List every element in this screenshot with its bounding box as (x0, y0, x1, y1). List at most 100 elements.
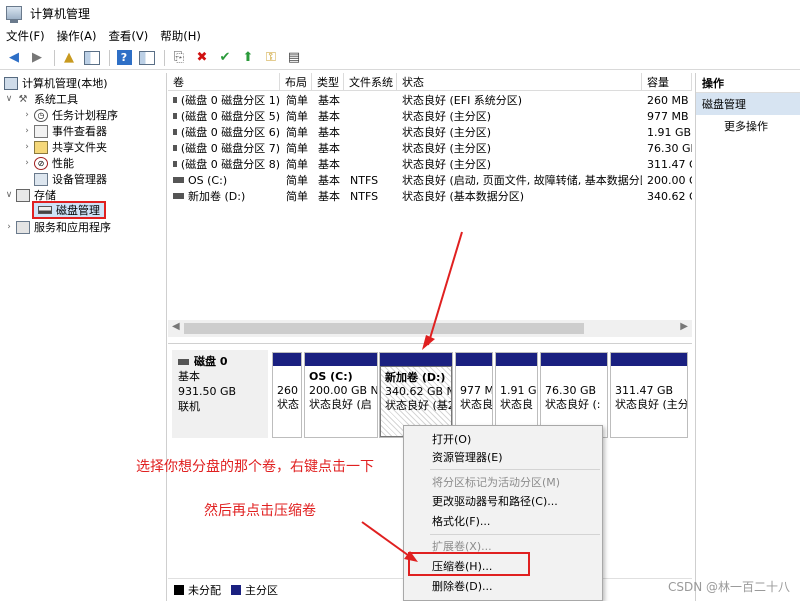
tree-item-performance[interactable]: › ⊘ 性能 (22, 155, 74, 171)
export-icon[interactable]: ⬆ (238, 48, 258, 68)
partition-bar (456, 353, 492, 366)
partition-status: 状态 (277, 398, 299, 411)
legend-primary: 主分区 (245, 583, 278, 597)
scroll-left-icon[interactable]: ◀ (172, 321, 180, 332)
partition-1[interactable]: 260 状态 (272, 352, 302, 438)
help-icon[interactable]: ? (114, 48, 134, 68)
partition-body: 260 状态 (273, 366, 301, 416)
horizontal-scrollbar[interactable]: ◀ ▶ (168, 320, 692, 337)
chevron-right-icon[interactable]: › (22, 158, 32, 168)
table-row[interactable]: (磁盘 0 磁盘分区 7) (173, 140, 280, 156)
volume-icon (173, 129, 177, 135)
back-arrow-icon[interactable]: ◀ (4, 48, 24, 68)
shrink-volume-highlight (408, 552, 530, 576)
partition-size: 977 M (460, 384, 492, 397)
table-row[interactable]: (磁盘 0 磁盘分区 1) (173, 92, 280, 108)
table-row[interactable]: (磁盘 0 磁盘分区 5) (173, 108, 280, 124)
chevron-right-icon[interactable]: › (22, 142, 32, 152)
scrollbar-thumb[interactable] (184, 323, 584, 334)
up-folder-icon[interactable]: ▲ (59, 48, 79, 68)
cell-capacity: 76.30 GE (647, 141, 692, 155)
partition-size: 76.30 GB (545, 384, 597, 397)
cell-status: 状态良好 (主分区) (402, 142, 492, 155)
partition-body: 1.91 G 状态良 (496, 366, 537, 416)
table-row[interactable]: OS (C:) (173, 172, 280, 188)
column-header-filesystem[interactable]: 文件系统 (344, 73, 397, 91)
console-tree-icon[interactable] (82, 48, 102, 68)
cell-type: 基本 (318, 126, 340, 139)
disk-icon (178, 358, 189, 365)
more-actions-item[interactable]: 更多操作 (696, 115, 800, 137)
menu-item-change-drive-letter[interactable]: 更改驱动器号和路径(C)... (432, 492, 558, 510)
tree-item-root[interactable]: 计算机管理(本地) (2, 75, 108, 91)
partition-status: 状态良好 (主分 (615, 398, 687, 411)
table-row[interactable]: (磁盘 0 磁盘分区 8) (173, 156, 280, 172)
chevron-right-icon[interactable]: › (4, 222, 14, 232)
volume-icon (173, 97, 177, 103)
table-row[interactable]: (磁盘 0 磁盘分区 6) (173, 124, 280, 140)
menu-separator (430, 469, 600, 470)
cell-layout: 简单 (286, 142, 308, 155)
forward-arrow-icon[interactable]: ▶ (27, 48, 47, 68)
chevron-down-icon[interactable]: ∨ (4, 190, 14, 200)
menu-view[interactable]: 查看(V) (102, 28, 154, 44)
partition-8[interactable]: 311.47 GB 状态良好 (主分 (610, 352, 688, 438)
chevron-down-icon[interactable]: ∨ (4, 94, 14, 104)
partition-os-c[interactable]: OS (C:) 200.00 GB NTFS 状态良好 (启 (304, 352, 378, 438)
partition-name (545, 370, 603, 384)
volume-icon (173, 177, 184, 183)
volume-icon (173, 161, 177, 167)
computer-icon (4, 76, 18, 90)
connect-icon[interactable]: ⎘ (169, 48, 189, 68)
menu-item-explorer[interactable]: 资源管理器(E) (432, 448, 503, 466)
properties-icon[interactable]: ▤ (284, 48, 304, 68)
menu-item-format[interactable]: 格式化(F)... (432, 512, 490, 530)
panel-icon[interactable] (137, 48, 157, 68)
tree-item-services[interactable]: › 服务和应用程序 (4, 219, 111, 235)
cell-status: 状态良好 (基本数据分区) (402, 190, 525, 203)
partition-body: 311.47 GB 状态良好 (主分 (611, 366, 687, 416)
cell-type: 基本 (318, 110, 340, 123)
tree-item-task-scheduler[interactable]: › ◷ 任务计划程序 (22, 107, 118, 123)
tree-item-device-manager[interactable]: 设备管理器 (32, 171, 107, 187)
tree-item-event-viewer[interactable]: › 事件查看器 (22, 123, 107, 139)
column-header-capacity[interactable]: 容量 (642, 73, 692, 91)
disk-0-label[interactable]: 磁盘 0 基本 931.50 GB 联机 (172, 350, 268, 438)
cell-type: 基本 (318, 94, 340, 107)
toolbar-separator (109, 49, 110, 66)
menu-file[interactable]: 文件(F) (0, 28, 51, 44)
key-icon[interactable]: ⚿ (261, 48, 281, 68)
column-header-volume[interactable]: 卷 (168, 73, 280, 91)
chevron-right-icon[interactable]: › (22, 110, 32, 120)
partition-bar (541, 353, 607, 366)
tree-item-system-tools[interactable]: ∨ ⚒ 系统工具 (4, 91, 78, 107)
column-header-layout[interactable]: 布局 (280, 73, 312, 91)
menu-help[interactable]: 帮助(H) (154, 28, 207, 44)
tree-item-shared-folders[interactable]: › 共享文件夹 (22, 139, 107, 155)
menu-item-delete-volume[interactable]: 删除卷(D)... (432, 577, 493, 595)
menu-item-open[interactable]: 打开(O) (432, 430, 471, 448)
table-row[interactable]: 新加卷 (D:) (173, 188, 280, 204)
partition-name (615, 370, 683, 384)
toolbar-separator (54, 49, 55, 66)
column-header-status[interactable]: 状态 (397, 73, 642, 91)
toolbar: ◀ ▶ ▲ ? ⎘ ✖ ✔ ⬆ ⚿ ▤ (0, 46, 800, 70)
cell-status: 状态良好 (启动, 页面文件, 故障转储, 基本数据分区) (402, 174, 642, 187)
delete-icon[interactable]: ✖ (192, 48, 212, 68)
cell-status: 状态良好 (主分区) (402, 110, 492, 123)
clock-icon: ◷ (34, 108, 48, 122)
check-icon[interactable]: ✔ (215, 48, 235, 68)
annotation-step-1: 选择你想分盘的那个卷，右键点击一下 (136, 459, 374, 475)
column-header-type[interactable]: 类型 (312, 73, 344, 91)
disk-name: 磁盘 0 (194, 355, 228, 368)
menu-action[interactable]: 操作(A) (51, 28, 103, 44)
partition-status: 状态良好 (基2 (385, 399, 452, 412)
tree-item-disk-management[interactable]: 磁盘管理 (32, 201, 106, 219)
chevron-right-icon[interactable]: › (22, 126, 32, 136)
partition-bar (273, 353, 301, 366)
legend-unallocated: 未分配 (188, 583, 221, 597)
partition-name (500, 370, 533, 384)
volume-icon (173, 145, 177, 151)
scroll-right-icon[interactable]: ▶ (680, 321, 688, 332)
actions-section-disk-management[interactable]: 磁盘管理 (696, 93, 800, 115)
